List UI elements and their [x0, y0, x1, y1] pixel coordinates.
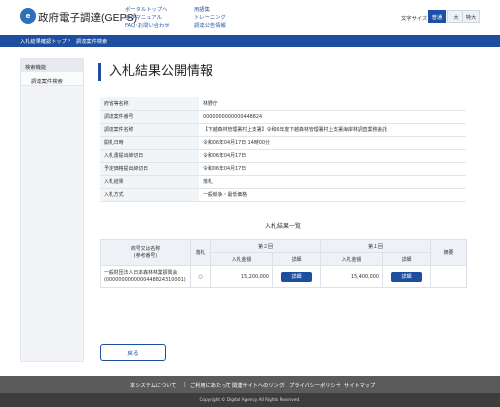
breadcrumb-item-search: 調達案件検索 [76, 39, 108, 45]
breadcrumb: 入札結果確認トップ › 調達案件検索 [0, 35, 500, 47]
detail-value: 林野庁 [199, 97, 466, 111]
detail-value: 落札 [199, 175, 466, 189]
col-header-round2: 第２回 [210, 239, 321, 253]
sidebar-item-search[interactable]: 調達案件検索 [21, 72, 83, 86]
footer-link-privacy[interactable]: プライバシーポリシー [289, 382, 341, 389]
col-header-round1: 第１回 [320, 239, 431, 253]
procurement-notice-link[interactable]: 調達公告情報 [194, 21, 226, 29]
chevron-right-icon: › [68, 37, 71, 44]
bid-amount-round1: 15,400,000 [320, 265, 383, 288]
footer-separator: | [226, 382, 228, 388]
table-header-row: 商号又は名称 (参考番号) 落札 第２回 第１回 摘要 [100, 239, 467, 266]
col-header-won: 落札 [190, 239, 211, 266]
training-link[interactable]: トレーニング [194, 13, 226, 21]
table-row: 調達案件名称 【下越森林管理署村上支署】令和6年度下越森林管理署村上支署海岸林調査… [100, 123, 466, 137]
detail-label: 入札方式 [100, 188, 199, 202]
remarks-cell [430, 265, 467, 288]
footer-link-sitemap[interactable]: サイトマップ [344, 382, 375, 389]
col-header-remarks: 摘要 [430, 239, 467, 266]
detail-button-round1[interactable]: 詳細 [391, 271, 422, 282]
footer-link-about[interactable]: 本システムについて [130, 382, 176, 389]
font-size-xlarge-button[interactable]: 特大 [462, 10, 480, 23]
geps-logo-icon[interactable]: e [20, 8, 36, 24]
details-table: 府省等名称 林野庁 調達案件番号 0000000000000448824 調達案件名… [100, 97, 466, 202]
col-header-amount1: 入札金額 [320, 252, 383, 266]
logo-text: e [25, 12, 31, 20]
col-header-detail1: 詳細 [382, 252, 431, 266]
detail-value: 一般競争・最低価格 [199, 188, 466, 202]
copyright: Copyright © Digital Agency All Rights Re… [0, 393, 500, 407]
detail-label: 調達案件番号 [100, 110, 199, 124]
bidder-cell: 一般財団法人日本森林林業振興会 (00000000000004488243100… [100, 265, 191, 288]
won-mark: ○ [190, 265, 211, 288]
table-row: 府省等名称 林野庁 [100, 97, 466, 111]
detail-label: 調達案件名称 [100, 123, 199, 137]
results-table: 商号又は名称 (参考番号) 落札 第２回 第１回 摘要 入札金額 詳細 入札金額… [100, 239, 467, 288]
table-row: 開札日時 令和06年04月17日 14時00分 [100, 136, 466, 150]
detail-value: 令和06年04月17日 14時00分 [199, 136, 466, 150]
bid-amount-round2: 15,200,000 [210, 265, 273, 288]
detail-label: 予定価格提出締切日 [100, 162, 199, 176]
page-title: 入札結果公開情報 [98, 63, 213, 81]
table-row: 予定価格提出締切日 令和06年04月17日 [100, 162, 466, 176]
detail-value: 令和06年04月17日 [199, 149, 466, 163]
table-row: 入札方式 一般競争・最低価格 [100, 188, 466, 202]
footer: 本システムについて | ご利用にあたって | 関連サイトへのリンク | プライバ… [0, 376, 500, 393]
site-title[interactable]: 政府電子調達(GEPS) [38, 10, 137, 25]
table-row: 一般財団法人日本森林林業振興会 (00000000000004488243100… [100, 265, 467, 288]
bidder-name: 一般財団法人日本森林林業振興会 [104, 269, 178, 276]
results-title: 入札結果一覧 [264, 223, 301, 230]
table-row: 入札結果 落札 [100, 175, 466, 189]
font-size-normal-button[interactable]: 普通 [428, 10, 446, 23]
table-row: 入札書提出締切日 令和06年04月17日 [100, 149, 466, 163]
detail-button-round2[interactable]: 詳細 [281, 271, 312, 282]
col-header-amount2: 入札金額 [210, 252, 273, 266]
sidebar-heading: 検索機能 [21, 59, 83, 72]
detail-cell-round2: 詳細 [272, 265, 321, 288]
detail-label: 入札結果 [100, 175, 199, 189]
footer-separator: | [283, 382, 285, 388]
detail-label: 入札書提出締切日 [100, 149, 199, 163]
glossary-link[interactable]: 用語集 [194, 5, 210, 13]
faq-link[interactable]: FAQ･お問い合わせ [125, 21, 170, 29]
bidder-ref: (0000000000000448824310001) [104, 276, 186, 283]
manual-link[interactable]: 操作マニュアル [125, 13, 162, 21]
font-size-label: 文字サイズ [401, 16, 428, 22]
portal-top-link[interactable]: ポータルトップへ [125, 5, 167, 13]
detail-value: 0000000000000448824 [199, 110, 466, 124]
col-header-name: 商号又は名称 (参考番号) [100, 239, 191, 266]
footer-separator: | [184, 382, 186, 388]
header: e 政府電子調達(GEPS) ポータルトップへ 操作マニュアル FAQ･お問い合… [0, 0, 500, 35]
back-button[interactable]: 戻る [100, 344, 166, 361]
footer-separator: | [338, 382, 340, 388]
sidebar: 検索機能 調達案件検索 [20, 58, 84, 362]
detail-cell-round1: 詳細 [382, 265, 431, 288]
detail-label: 開札日時 [100, 136, 199, 150]
detail-value: 令和06年04月17日 [199, 162, 466, 176]
detail-value: 【下越森林管理署村上支署】令和6年度下越森林管理署村上支署海岸林調査業務委託 [199, 123, 466, 137]
table-row: 調達案件番号 0000000000000448824 [100, 110, 466, 124]
footer-link-related-sites[interactable]: 関連サイトへのリンク [232, 382, 284, 389]
col-header-detail2: 詳細 [272, 252, 321, 266]
breadcrumb-item-top[interactable]: 入札結果確認トップ [20, 38, 67, 45]
detail-label: 府省等名称 [100, 97, 199, 111]
